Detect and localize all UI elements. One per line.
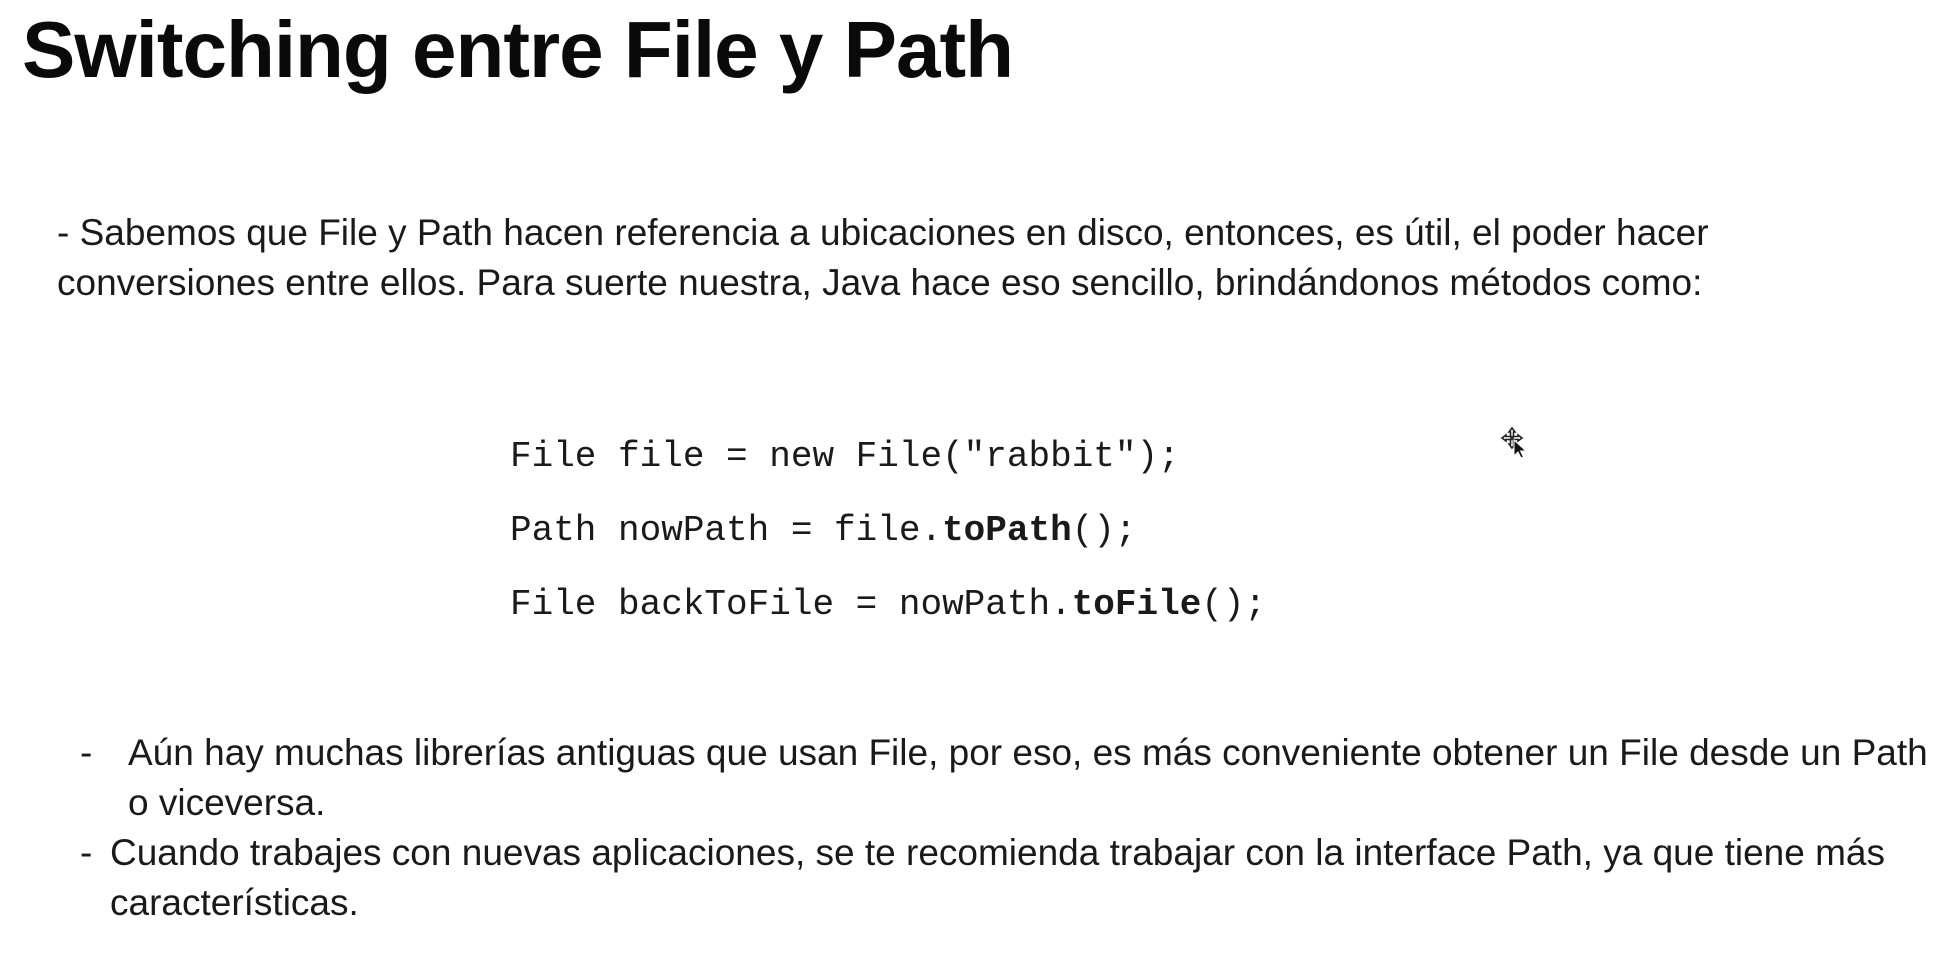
code-method: toFile [1071, 584, 1202, 625]
code-text: File file = new File("rabbit"); [510, 436, 1180, 477]
bullet-text: Aún hay muchas librerías antiguas que us… [128, 732, 1928, 823]
code-line: Path nowPath = file.toPath(); [510, 506, 1266, 580]
code-text: (); [1201, 584, 1267, 625]
code-text: File backToFile = nowPath. [510, 584, 1072, 625]
code-line: File file = new File("rabbit"); [510, 432, 1266, 506]
list-item: - Aún hay muchas librerías antiguas que … [80, 728, 1930, 828]
code-line: File backToFile = nowPath.toFile(); [510, 580, 1266, 654]
bullet-marker: - [80, 832, 93, 873]
code-text: (); [1071, 510, 1137, 551]
code-method: toPath [942, 510, 1072, 551]
bullet-marker: - [80, 732, 93, 773]
bullet-list: - Aún hay muchas librerías antiguas que … [80, 728, 1930, 928]
slide: Switching entre File y Path - Sabemos qu… [0, 0, 1949, 955]
code-text: Path nowPath = file. [510, 510, 943, 551]
code-block: File file = new File("rabbit"); Path now… [510, 432, 1266, 654]
bullet-text: Cuando trabajes con nuevas aplicaciones,… [110, 832, 1886, 923]
slide-title: Switching entre File y Path [22, 5, 1014, 94]
list-item: - Cuando trabajes con nuevas aplicacione… [80, 828, 1930, 928]
intro-paragraph: - Sabemos que File y Path hacen referenc… [57, 212, 1709, 303]
move-cursor-icon [1500, 426, 1530, 460]
